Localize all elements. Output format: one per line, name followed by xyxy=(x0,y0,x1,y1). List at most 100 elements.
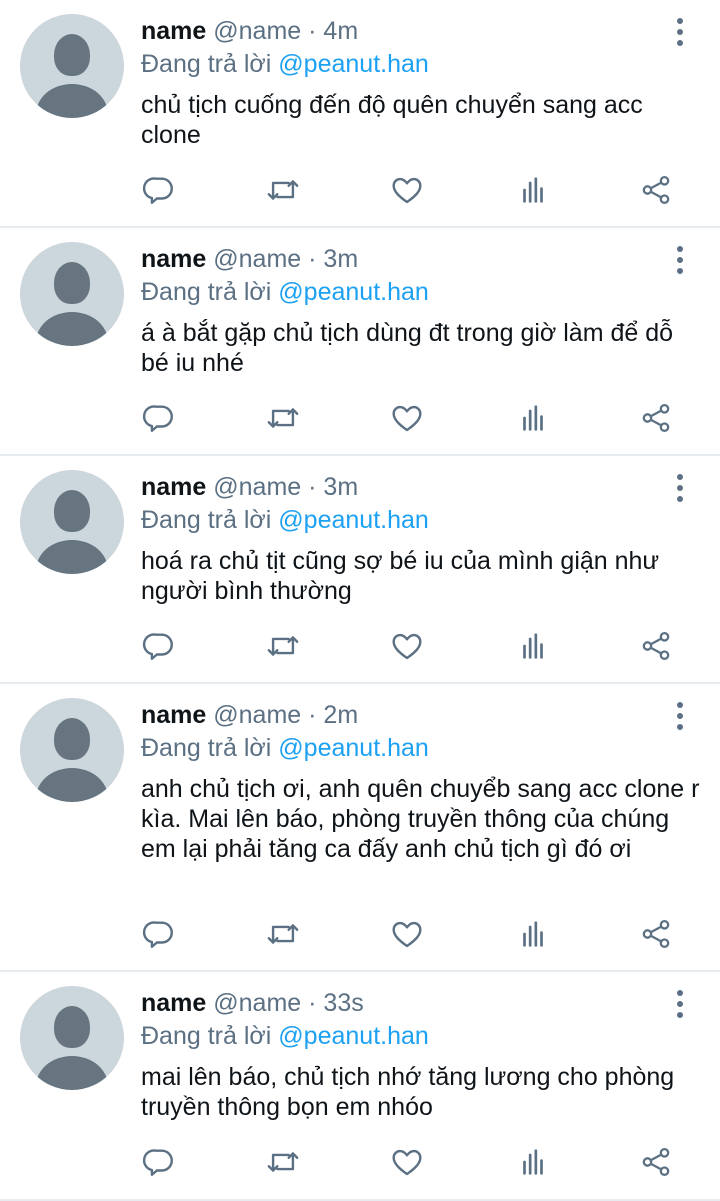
replying-to-label: Đang trả lời xyxy=(141,506,272,534)
heart-icon xyxy=(392,921,422,948)
avatar[interactable] xyxy=(20,986,124,1090)
reply-tweet[interactable]: name @name · 3m Đang trả lời @peanut.han… xyxy=(0,456,720,684)
replying-to-handle[interactable]: @peanut.han xyxy=(278,278,429,306)
share-button[interactable] xyxy=(638,400,674,436)
heart-icon xyxy=(392,633,422,660)
avatar[interactable] xyxy=(20,14,124,118)
timestamp[interactable]: 33s xyxy=(323,989,363,1017)
reply-button[interactable] xyxy=(141,628,177,664)
tweet-actions xyxy=(141,916,700,952)
retweet-button[interactable] xyxy=(265,916,301,952)
analytics-button[interactable] xyxy=(515,1144,551,1180)
reply-feed: name @name · 4m Đang trả lời @peanut.han… xyxy=(0,0,720,1201)
retweet-icon xyxy=(267,408,299,428)
analytics-button[interactable] xyxy=(515,916,551,952)
like-button[interactable] xyxy=(389,400,425,436)
reply-tweet[interactable]: name @name · 33s Đang trả lời @peanut.ha… xyxy=(0,972,720,1201)
retweet-button[interactable] xyxy=(265,1144,301,1180)
timestamp[interactable]: 4m xyxy=(323,17,358,45)
username[interactable]: @name xyxy=(213,701,301,729)
tweet-text: anh chủ tịch ơi, anh quên chuyểb sang ac… xyxy=(141,775,700,863)
reply-tweet[interactable]: name @name · 4m Đang trả lời @peanut.han… xyxy=(0,0,720,228)
share-button[interactable] xyxy=(638,916,674,952)
replying-to-handle[interactable]: @peanut.han xyxy=(278,1022,429,1050)
default-avatar-body xyxy=(36,1056,108,1090)
retweet-button[interactable] xyxy=(265,400,301,436)
more-options-button[interactable] xyxy=(676,990,684,1018)
share-button[interactable] xyxy=(638,1144,674,1180)
tweet-header: name @name · 2m xyxy=(141,698,700,732)
dot-separator: · xyxy=(308,701,317,729)
dot-separator: · xyxy=(308,473,317,501)
display-name[interactable]: name xyxy=(141,245,206,273)
timestamp[interactable]: 3m xyxy=(323,473,358,501)
more-options-button[interactable] xyxy=(676,474,684,502)
share-icon xyxy=(642,919,670,949)
username[interactable]: @name xyxy=(213,17,301,45)
tweet-content: name @name · 2m Đang trả lời @peanut.han… xyxy=(141,698,700,864)
more-options-button[interactable] xyxy=(676,702,684,730)
tweet-header: name @name · 33s xyxy=(141,986,700,1020)
replying-to: Đang trả lời @peanut.han xyxy=(141,732,700,764)
reply-button[interactable] xyxy=(141,400,177,436)
retweet-button[interactable] xyxy=(265,172,301,208)
reply-button[interactable] xyxy=(141,1144,177,1180)
tweet-actions xyxy=(141,628,700,664)
like-button[interactable] xyxy=(389,916,425,952)
username[interactable]: @name xyxy=(213,989,301,1017)
replying-to-handle[interactable]: @peanut.han xyxy=(278,50,429,78)
reply-icon xyxy=(142,921,173,948)
share-icon xyxy=(642,175,670,205)
avatar[interactable] xyxy=(20,470,124,574)
replying-to-label: Đang trả lời xyxy=(141,278,272,306)
like-button[interactable] xyxy=(389,172,425,208)
more-options-button[interactable] xyxy=(676,246,684,274)
tweet-content: name @name · 3m Đang trả lời @peanut.han… xyxy=(141,242,700,378)
reply-icon xyxy=(142,405,173,432)
analytics-button[interactable] xyxy=(515,628,551,664)
reply-tweet[interactable]: name @name · 3m Đang trả lời @peanut.han… xyxy=(0,228,720,456)
tweet-content: name @name · 33s Đang trả lời @peanut.ha… xyxy=(141,986,700,1122)
display-name[interactable]: name xyxy=(141,17,206,45)
analytics-button[interactable] xyxy=(515,400,551,436)
tweet-text: hoá ra chủ tịt cũng sợ bé iu của mình gi… xyxy=(141,547,660,605)
replying-to: Đang trả lời @peanut.han xyxy=(141,504,700,536)
reply-icon xyxy=(142,1149,173,1176)
more-vertical-icon xyxy=(677,990,683,996)
like-button[interactable] xyxy=(389,1144,425,1180)
analytics-icon xyxy=(523,921,543,947)
reply-button[interactable] xyxy=(141,172,177,208)
reply-tweet[interactable]: name @name · 2m Đang trả lời @peanut.han… xyxy=(0,684,720,972)
retweet-button[interactable] xyxy=(265,628,301,664)
retweet-icon xyxy=(267,636,299,656)
analytics-icon xyxy=(523,177,543,203)
tweet-text: mai lên báo, chủ tịch nhớ tăng lương cho… xyxy=(141,1063,675,1121)
share-button[interactable] xyxy=(638,628,674,664)
more-options-button[interactable] xyxy=(676,18,684,46)
display-name[interactable]: name xyxy=(141,989,206,1017)
reply-button[interactable] xyxy=(141,916,177,952)
avatar[interactable] xyxy=(20,242,124,346)
reply-icon xyxy=(142,633,173,660)
tweet-actions xyxy=(141,400,700,436)
display-name[interactable]: name xyxy=(141,473,206,501)
username[interactable]: @name xyxy=(213,245,301,273)
more-vertical-icon xyxy=(677,18,683,24)
username[interactable]: @name xyxy=(213,473,301,501)
tweet-actions xyxy=(141,172,700,208)
analytics-button[interactable] xyxy=(515,172,551,208)
timestamp[interactable]: 2m xyxy=(323,701,358,729)
retweet-icon xyxy=(267,1152,299,1172)
tweet-text: chủ tịch cuống đến độ quên chuyển sang a… xyxy=(141,91,643,149)
replying-to: Đang trả lời @peanut.han xyxy=(141,1020,700,1052)
display-name[interactable]: name xyxy=(141,701,206,729)
default-avatar-head xyxy=(54,262,90,304)
replying-to-handle[interactable]: @peanut.han xyxy=(278,734,429,762)
avatar[interactable] xyxy=(20,698,124,802)
share-icon xyxy=(642,403,670,433)
share-button[interactable] xyxy=(638,172,674,208)
more-vertical-icon xyxy=(677,474,683,480)
timestamp[interactable]: 3m xyxy=(323,245,358,273)
like-button[interactable] xyxy=(389,628,425,664)
replying-to-handle[interactable]: @peanut.han xyxy=(278,506,429,534)
